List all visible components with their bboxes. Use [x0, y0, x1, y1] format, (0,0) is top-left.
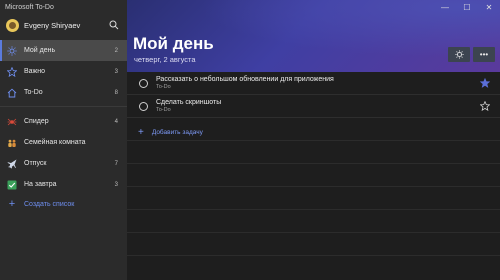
spider-icon [6, 116, 18, 128]
star-icon [6, 66, 18, 78]
empty-row-line [127, 186, 500, 187]
check-icon [6, 179, 18, 191]
add-task-button[interactable]: + Добавить задачу [127, 124, 500, 140]
user-name: Evgeny Shiryaev [24, 20, 81, 30]
plus-icon: + [138, 126, 144, 138]
sidebar-item-vacation[interactable]: Отпуск 7 [0, 153, 127, 174]
task-title: Рассказать о небольшом обновлении для пр… [156, 76, 334, 83]
empty-row-line [127, 209, 500, 210]
empty-row-line [127, 255, 500, 256]
plane-icon [6, 158, 18, 170]
nav-lists: Спидер 4 Семейная комната Отпуск 7 На за… [0, 111, 127, 195]
sidebar-item-label: Важно [24, 68, 46, 75]
close-icon: ✕ [485, 2, 493, 12]
empty-row-line [127, 163, 500, 164]
task-complete-checkbox[interactable] [139, 101, 148, 111]
close-button[interactable]: ✕ [478, 0, 500, 14]
task-content[interactable]: Сделать скриншоты To-Do [156, 98, 479, 114]
create-list-label: Создать список [24, 200, 75, 208]
sidebar-item-label: Семейная комната [24, 139, 86, 146]
task-content[interactable]: Рассказать о небольшом обновлении для пр… [156, 75, 479, 91]
suggestions-button[interactable] [448, 47, 470, 62]
window-controls: — ☐ ✕ [434, 0, 500, 14]
home-icon [6, 87, 18, 99]
more-icon: ••• [479, 50, 489, 59]
search-button[interactable] [106, 17, 122, 33]
empty-row-line [127, 140, 500, 141]
star-filled-icon [480, 78, 490, 88]
maximize-button[interactable]: ☐ [456, 0, 478, 14]
sun-icon [6, 45, 18, 57]
page-title: Мой день [133, 34, 214, 53]
header-actions: ••• [448, 47, 495, 62]
task-list-name: To-Do [156, 107, 171, 113]
empty-row-line [127, 232, 500, 233]
avatar[interactable] [6, 18, 19, 32]
star-outline-icon [480, 101, 490, 111]
sidebar-item-label: На завтра [24, 181, 57, 188]
sidebar-divider [0, 106, 127, 107]
sidebar-item-important[interactable]: Важно 3 [0, 61, 127, 82]
create-list-button[interactable]: + Создать список [0, 194, 127, 214]
sidebar-item-tomorrow[interactable]: На завтра 3 [0, 174, 127, 195]
minimize-icon: — [441, 2, 449, 12]
task-list: Рассказать о небольшом обновлении для пр… [127, 72, 500, 118]
sidebar-item-count: 4 [114, 118, 118, 125]
sidebar-item-my-day[interactable]: Мой день 2 [0, 40, 127, 61]
task-row[interactable]: Рассказать о небольшом обновлении для пр… [127, 72, 500, 95]
task-title: Сделать скриншоты [156, 99, 222, 106]
sidebar-item-label: Спидер [24, 118, 49, 125]
task-row[interactable]: Сделать скриншоты To-Do [127, 95, 500, 118]
task-list-name: To-Do [156, 84, 171, 90]
account-bar[interactable]: Evgeny Shiryaev [0, 14, 127, 36]
sidebar-item-family-room[interactable]: Семейная комната [0, 132, 127, 153]
sidebar-item-label: To-Do [24, 89, 43, 96]
main-panel: Мой день четверг, 2 августа ••• Рассказа… [127, 0, 500, 280]
window-titlebar[interactable]: Microsoft To-Do — ☐ ✕ [0, 0, 500, 14]
sidebar-item-count: 2 [114, 47, 118, 54]
lightbulb-icon [454, 50, 464, 59]
sidebar-item-label: Отпуск [24, 160, 47, 167]
plus-icon: + [8, 198, 16, 210]
sidebar-item-spider[interactable]: Спидер 4 [0, 111, 127, 132]
sidebar-item-count: 3 [114, 181, 118, 188]
sidebar-item-count: 7 [114, 160, 118, 167]
task-importance-toggle[interactable] [479, 77, 491, 89]
add-task-label: Добавить задачу [151, 128, 203, 136]
more-options-button[interactable]: ••• [473, 47, 495, 62]
page-date: четверг, 2 августа [134, 55, 196, 64]
sidebar-item-label: Мой день [24, 47, 56, 54]
window-title: Microsoft To-Do [5, 3, 54, 11]
minimize-button[interactable]: — [434, 0, 456, 14]
family-icon [6, 137, 18, 149]
sidebar-item-todo[interactable]: To-Do 8 [0, 82, 127, 103]
sidebar: Evgeny Shiryaev Мой день 2 Важно 3 To-Do… [0, 0, 127, 280]
sidebar-item-count: 8 [114, 89, 118, 96]
maximize-icon: ☐ [463, 2, 471, 12]
sidebar-item-count: 3 [114, 68, 118, 75]
task-complete-checkbox[interactable] [139, 78, 148, 88]
task-importance-toggle[interactable] [479, 100, 491, 112]
search-icon [109, 20, 119, 30]
nav-primary: Мой день 2 Важно 3 To-Do 8 [0, 40, 127, 103]
